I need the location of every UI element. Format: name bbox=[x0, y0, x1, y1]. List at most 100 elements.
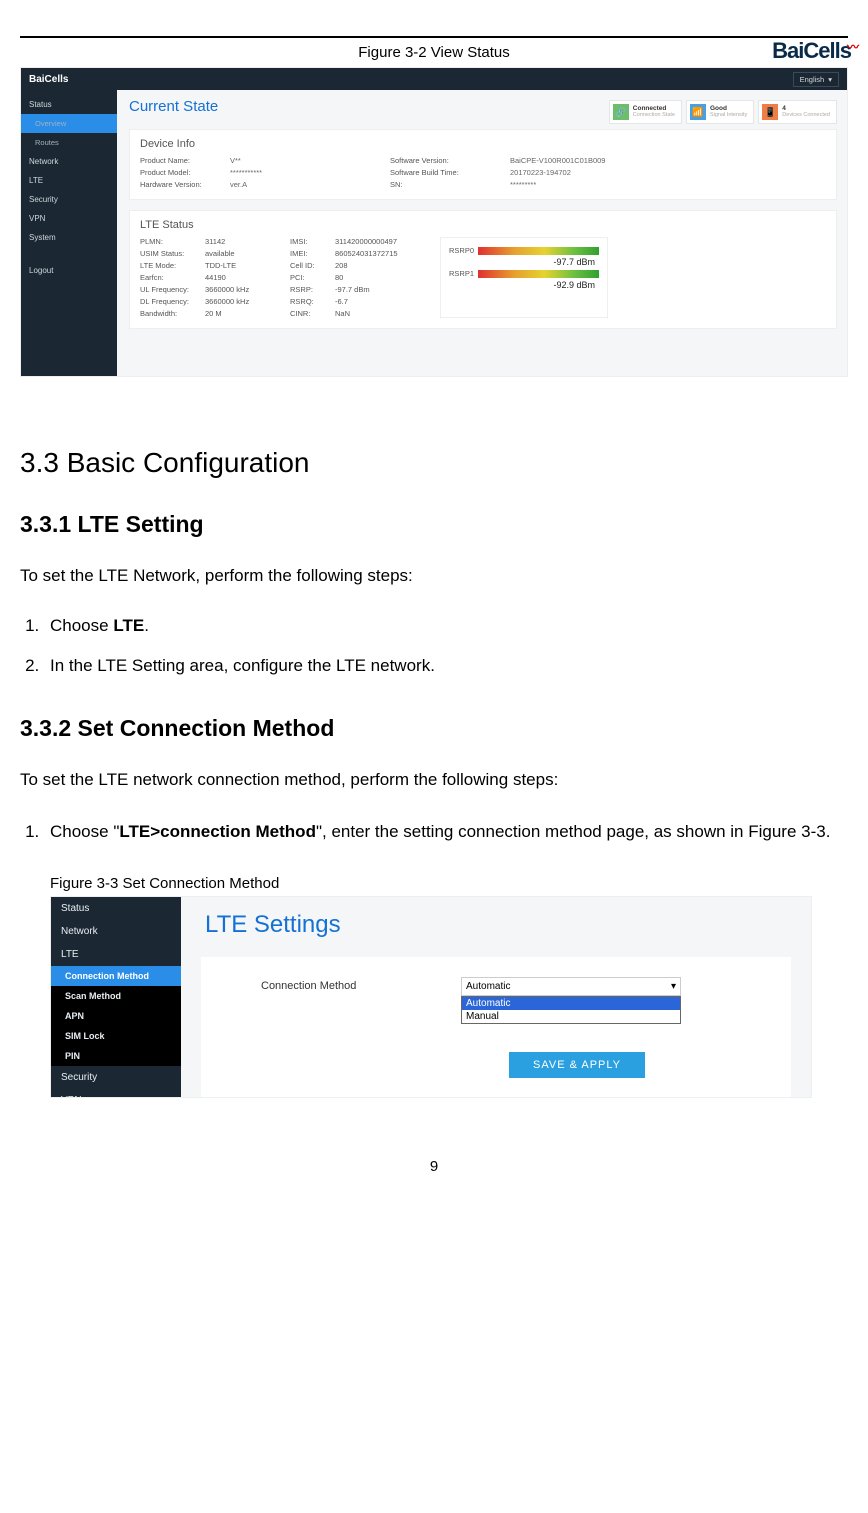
header-rule bbox=[20, 36, 848, 38]
sidebar-sub-apn[interactable]: APN bbox=[51, 1006, 181, 1026]
heading-3-3-2: 3.3.2 Set Connection Method bbox=[20, 715, 848, 742]
value: 31142 bbox=[205, 237, 290, 246]
label: Hardware Version: bbox=[140, 180, 230, 189]
label: Bandwidth: bbox=[140, 309, 205, 318]
label: SN: bbox=[390, 180, 510, 189]
label: Earfcn: bbox=[140, 273, 205, 282]
value: TDD-LTE bbox=[205, 261, 290, 270]
sidebar-item-overview[interactable]: Overview bbox=[21, 114, 117, 133]
sidebar-sub-pin[interactable]: PIN bbox=[51, 1046, 181, 1066]
value: 311420000000497 bbox=[335, 237, 420, 246]
status-tiles: 🔗 ConnectedConnection State 📶 GoodSignal… bbox=[609, 100, 837, 124]
figure-1-caption: Figure 3-2 View Status bbox=[20, 44, 848, 61]
sidebar-item-logout[interactable]: Logout bbox=[21, 261, 117, 280]
label: RSRQ: bbox=[290, 297, 335, 306]
dropdown-option-manual[interactable]: Manual bbox=[462, 1010, 680, 1023]
sidebar-sub-sim-lock[interactable]: SIM Lock bbox=[51, 1026, 181, 1046]
steps-connection-method: Choose "LTE>connection Method", enter th… bbox=[20, 813, 848, 850]
device-info-title: Device Info bbox=[140, 138, 826, 150]
value: NaN bbox=[335, 309, 420, 318]
connection-method-label: Connection Method bbox=[261, 980, 421, 992]
chevron-down-icon: ▾ bbox=[671, 981, 676, 992]
dropdown-option-automatic[interactable]: Automatic bbox=[462, 997, 680, 1010]
value: available bbox=[205, 249, 290, 258]
sidebar-item-system[interactable]: System bbox=[21, 228, 117, 247]
fig1-topbar: English ▾ bbox=[117, 68, 847, 90]
tile-connection-state: 🔗 ConnectedConnection State bbox=[609, 100, 682, 124]
value: ********* bbox=[510, 180, 670, 189]
sidebar-item-status[interactable]: Status bbox=[51, 897, 181, 920]
language-label: English bbox=[800, 75, 825, 84]
heading-3-3: 3.3 Basic Configuration bbox=[20, 447, 848, 479]
tile-devices-connected: 📱 4Devices Connected bbox=[758, 100, 837, 124]
rsrp-box: RSRP0 -97.7 dBm RSRP1 -92.9 dBm bbox=[440, 237, 608, 318]
fig2-sidebar: ━━━━ Status Network LTE Connection Metho… bbox=[51, 897, 181, 1097]
label: Product Model: bbox=[140, 168, 230, 177]
figure-1-view-status: BaiCells Status Overview Routes Network … bbox=[20, 67, 848, 377]
label: Product Name: bbox=[140, 156, 230, 165]
label: IMSI: bbox=[290, 237, 335, 246]
devices-icon: 📱 bbox=[762, 104, 778, 120]
rsrp1-label: RSRP1 bbox=[449, 269, 474, 278]
label: PLMN: bbox=[140, 237, 205, 246]
figure-2-lte-settings: ━━━━ Status Network LTE Connection Metho… bbox=[50, 896, 812, 1098]
sidebar-item-lte[interactable]: LTE bbox=[21, 171, 117, 190]
connection-method-dropdown: Automatic Manual bbox=[461, 996, 681, 1024]
sidebar-item-security[interactable]: Security bbox=[21, 190, 117, 209]
value: 860524031372715 bbox=[335, 249, 420, 258]
connection-method-select[interactable]: Automatic ▾ bbox=[461, 977, 681, 996]
fig2-main: LTE Settings Connection Method Automatic… bbox=[181, 897, 811, 1097]
label: CINR: bbox=[290, 309, 335, 318]
sidebar-item-security[interactable]: Security bbox=[51, 1066, 181, 1089]
sidebar-item-network[interactable]: Network bbox=[21, 152, 117, 171]
label: LTE Mode: bbox=[140, 261, 205, 270]
brand-logo: BaiCells〰 bbox=[772, 38, 858, 64]
value: 20 M bbox=[205, 309, 290, 318]
label: USIM Status: bbox=[140, 249, 205, 258]
signal-icon: 📶 bbox=[690, 104, 706, 120]
value: BaiCPE-V100R001C01B009 bbox=[510, 156, 670, 165]
label: Cell ID: bbox=[290, 261, 335, 270]
sidebar-item-routes[interactable]: Routes bbox=[21, 133, 117, 152]
rsrp0-bar-icon bbox=[478, 247, 599, 255]
value: 44190 bbox=[205, 273, 290, 282]
value: 3660000 kHz bbox=[205, 297, 290, 306]
fig1-sidebar: BaiCells Status Overview Routes Network … bbox=[21, 68, 117, 376]
connection-method-panel: Connection Method Automatic ▾ Automatic … bbox=[201, 957, 791, 1098]
figure-2-caption: Figure 3-3 Set Connection Method bbox=[50, 875, 848, 892]
fig1-page-title: Current State bbox=[129, 98, 218, 115]
sidebar-sub-connection-method[interactable]: Connection Method bbox=[51, 966, 181, 986]
device-info-panel: Device Info Product Name:V**Software Ver… bbox=[129, 129, 837, 200]
save-apply-button[interactable]: SAVE & APPLY bbox=[509, 1052, 645, 1078]
rsrp0-label: RSRP0 bbox=[449, 246, 474, 255]
link-icon: 🔗 bbox=[613, 104, 629, 120]
language-selector[interactable]: English ▾ bbox=[793, 72, 839, 87]
lte-status-panel: LTE Status PLMN:31142IMSI:31142000000049… bbox=[129, 210, 837, 329]
step-1: Choose LTE. bbox=[44, 609, 848, 643]
value: 208 bbox=[335, 261, 420, 270]
label: IMEI: bbox=[290, 249, 335, 258]
step-2: In the LTE Setting area, configure the L… bbox=[44, 649, 848, 683]
page-number: 9 bbox=[20, 1158, 848, 1175]
rsrp0-value: -97.7 dBm bbox=[449, 257, 599, 267]
sidebar-item-network[interactable]: Network bbox=[51, 920, 181, 943]
sidebar-item-vpn[interactable]: VPN bbox=[51, 1089, 181, 1098]
lte-status-title: LTE Status bbox=[140, 219, 826, 231]
value: 80 bbox=[335, 273, 420, 282]
sidebar-item-lte[interactable]: LTE bbox=[51, 943, 181, 966]
label: PCI: bbox=[290, 273, 335, 282]
lte-status-grid: PLMN:31142IMSI:311420000000497 USIM Stat… bbox=[140, 237, 420, 318]
tile-signal-intensity: 📶 GoodSignal Intensity bbox=[686, 100, 754, 124]
label: RSRP: bbox=[290, 285, 335, 294]
value: V** bbox=[230, 156, 390, 165]
value: ver.A bbox=[230, 180, 390, 189]
value: -6.7 bbox=[335, 297, 420, 306]
sidebar-sub-scan-method[interactable]: Scan Method bbox=[51, 986, 181, 1006]
logo-arc-icon: 〰 bbox=[847, 40, 858, 54]
sidebar-item-vpn[interactable]: VPN bbox=[21, 209, 117, 228]
value: 20170223-194702 bbox=[510, 168, 670, 177]
sidebar-item-status[interactable]: Status bbox=[21, 95, 117, 114]
chevron-down-icon: ▾ bbox=[828, 75, 832, 84]
select-value: Automatic bbox=[466, 981, 510, 992]
label: UL Frequency: bbox=[140, 285, 205, 294]
